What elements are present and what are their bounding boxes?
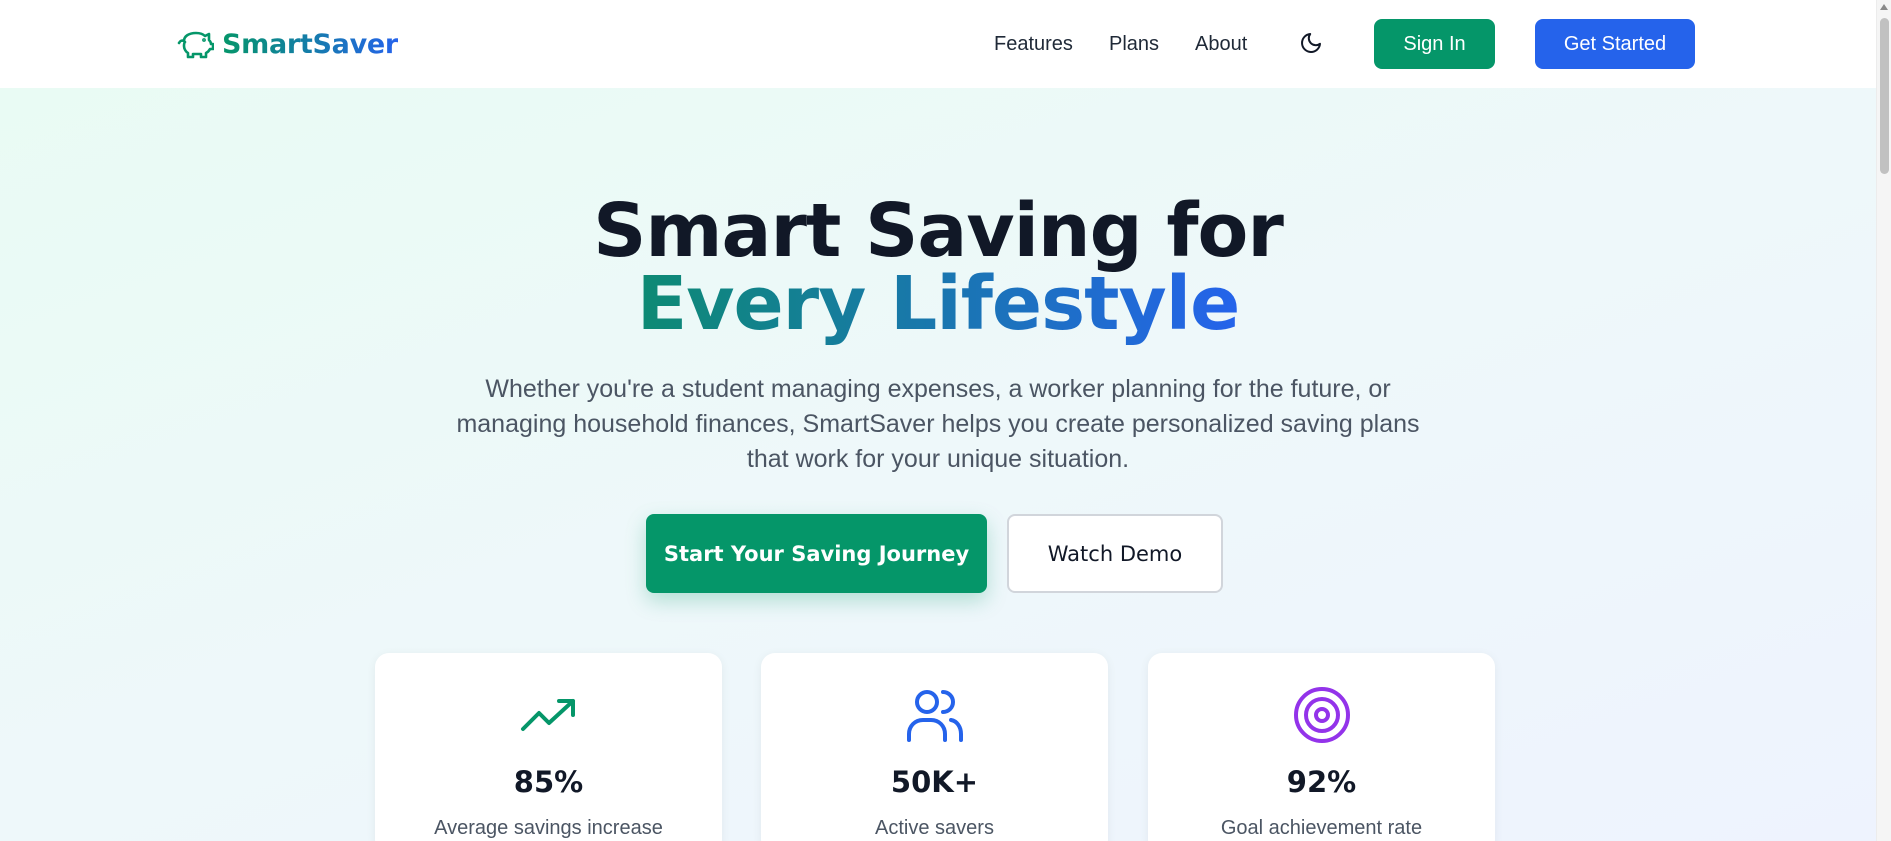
hero-title-line-2: Every Lifestyle <box>0 264 1876 344</box>
get-started-button[interactable]: Get Started <box>1535 19 1695 69</box>
scrollbar-thumb[interactable] <box>1880 18 1889 174</box>
stat-value: 50K+ <box>890 765 979 799</box>
brand-logo-link[interactable]: SmartSaver <box>176 26 398 62</box>
top-navigation-bar: SmartSaver Features Plans About Sign In … <box>0 0 1876 88</box>
page-scrollbar[interactable] <box>1876 0 1891 841</box>
scroll-up-arrow-icon[interactable] <box>1880 4 1888 10</box>
stat-label: Active savers <box>875 817 994 839</box>
stat-card-savings: 85% Average savings increase <box>375 653 722 841</box>
hero-subtitle-line-2: managing household finances, SmartSaver … <box>456 410 1420 438</box>
hero-subtitle-line-3: that work for your unique situation. <box>746 445 1130 473</box>
start-saving-journey-button[interactable]: Start Your Saving Journey <box>646 514 987 593</box>
stat-card-goals: 92% Goal achievement rate <box>1148 653 1495 841</box>
brand-name: SmartSaver <box>222 28 398 60</box>
stat-card-savers: 50K+ Active savers <box>761 653 1108 841</box>
hero-subtitle: Whether you're a student managing expens… <box>448 372 1428 477</box>
stat-label: Average savings increase <box>434 817 663 839</box>
theme-toggle-button[interactable] <box>1297 30 1325 58</box>
page: SmartSaver Features Plans About Sign In … <box>0 0 1891 841</box>
nav-link-about[interactable]: About <box>1195 31 1247 57</box>
stat-label: Goal achievement rate <box>1220 817 1423 839</box>
hero-title-line-1: Smart Saving for <box>593 188 1284 274</box>
sign-in-button[interactable]: Sign In <box>1374 19 1495 69</box>
piggy-bank-icon <box>176 27 214 61</box>
nav-link-features[interactable]: Features <box>994 31 1073 57</box>
target-icon <box>1148 685 1495 745</box>
stat-value: 92% <box>1286 765 1357 799</box>
hero-subtitle-line-1: Whether you're a student managing expens… <box>485 375 1391 403</box>
stat-value: 85% <box>513 765 584 799</box>
hero-title-highlight: Every Lifestyle <box>636 261 1241 347</box>
users-icon <box>761 685 1108 745</box>
nav-link-plans[interactable]: Plans <box>1109 31 1159 57</box>
watch-demo-button[interactable]: Watch Demo <box>1007 514 1223 593</box>
moon-icon <box>1299 31 1323 58</box>
trending-up-icon <box>375 685 722 745</box>
